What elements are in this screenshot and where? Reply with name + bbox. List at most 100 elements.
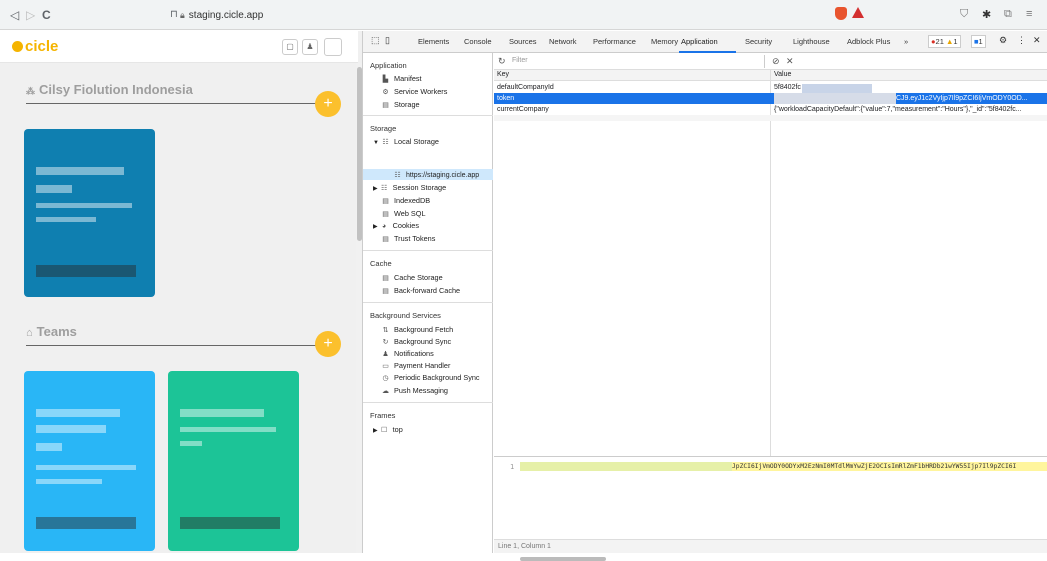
table-row-empty — [494, 115, 1047, 121]
sidebar-item-cookies[interactable]: ▶ ◕ Cookies — [373, 221, 419, 230]
sidebar-item-indexeddb[interactable]: ▤ IndexedDB — [381, 196, 430, 205]
row-value: {"workloadCapacityDefault":{"value":7,"m… — [774, 106, 1022, 113]
chevron-right-icon: ▶ — [373, 186, 378, 192]
lock-icon: 🔒︎ — [180, 10, 185, 20]
preview-text[interactable]: JpZCI6IjVmODY0ODYxM2EzNmI0MTdlMmYwZjE2OC… — [732, 462, 1047, 471]
device-toolbar-icon[interactable]: ▯ — [385, 35, 390, 46]
bookmark-icon[interactable]: ⊓ — [170, 7, 178, 23]
devtools-panel: ⬚ ▯ Elements Console Sources Network Per… — [362, 31, 1047, 561]
tab-lighthouse[interactable]: Lighthouse — [793, 37, 830, 46]
sidebar-item-session-storage[interactable]: ▶ ☷ Session Storage — [373, 183, 446, 192]
project-card[interactable] — [24, 129, 155, 297]
tab-adblock-plus[interactable]: Adblock Plus — [847, 37, 890, 46]
vpn-icon[interactable]: ⛉ — [960, 8, 968, 21]
messages-counter[interactable]: ■1 — [971, 35, 986, 48]
database-icon: ▤ — [382, 288, 389, 295]
sidebar-item-background-fetch[interactable]: ⇅ Background Fetch — [381, 325, 454, 334]
database-icon: ▤ — [382, 211, 389, 218]
back-icon[interactable]: ◁ — [10, 7, 19, 23]
sidebar-item-top-frame[interactable]: ▶ ☐ top — [373, 425, 403, 434]
close-icon[interactable]: ✕ — [1033, 35, 1041, 46]
grid-icon: ☷ — [394, 172, 401, 179]
tab-security[interactable]: Security — [745, 37, 772, 46]
clock-icon: ◷ — [382, 375, 389, 382]
file-icon: ▙ — [382, 76, 389, 83]
divider — [26, 345, 326, 346]
sidebar-item-notifications[interactable]: ♟ Notifications — [381, 349, 433, 358]
more-options-icon[interactable]: ⋮ — [1017, 35, 1026, 46]
sidebar-item-manifest[interactable]: ▙ Manifest — [381, 74, 422, 83]
cicle-logo[interactable]: cicle — [12, 38, 58, 55]
sidebar-item-push-messaging[interactable]: ☁ Push Messaging — [381, 386, 448, 395]
window-icon[interactable]: ⧉ — [1004, 8, 1012, 21]
column-value[interactable]: Value — [774, 71, 791, 78]
sidebar-item-cache-storage[interactable]: ▤ Cache Storage — [381, 273, 443, 282]
url-text: staging.cicle.app — [188, 10, 264, 21]
horizontal-scrollbar[interactable] — [520, 557, 606, 561]
grid-icon: ☷ — [380, 185, 388, 192]
inspect-icon[interactable]: ⬚ — [371, 35, 380, 46]
redacted-block — [802, 84, 872, 93]
sidebar-item-web-sql[interactable]: ▤ Web SQL — [381, 209, 425, 218]
issues-counter[interactable]: ●21 ▲1 — [928, 35, 961, 48]
chevron-right-icon: ▶ — [373, 428, 378, 434]
application-header: Application — [370, 61, 407, 70]
sidebar-item-local-storage-origin[interactable]: ☷ https://staging.cicle.app — [393, 171, 479, 179]
frame-icon: ☐ — [380, 427, 388, 434]
tab-console[interactable]: Console — [464, 37, 492, 46]
brave-rewards-icon[interactable] — [852, 7, 864, 18]
bell-icon: ♟ — [382, 351, 389, 358]
sidebar-item-storage[interactable]: ▤ Storage — [381, 100, 419, 109]
address-bar[interactable]: 🔒︎ staging.cicle.app — [180, 6, 300, 24]
add-company-button[interactable]: + — [315, 91, 341, 117]
browser-toolbar: ◁ ▷ C ⊓ 🔒︎ staging.cicle.app ⛉ ✱ ⧉ ≡ — [0, 0, 1047, 30]
database-icon: ▤ — [382, 198, 389, 205]
settings-icon[interactable]: ⚙ — [999, 35, 1007, 46]
storage-toolbar: ↻ Filter ⊘ ✕ — [494, 53, 1047, 70]
extensions-icon[interactable]: ✱ — [982, 8, 991, 21]
sidebar-item-background-sync[interactable]: ↻ Background Sync — [381, 337, 452, 346]
database-icon: ▤ — [382, 236, 389, 243]
sync-icon: ↻ — [382, 339, 389, 346]
app-header: cicle ▢ ♟ — [0, 31, 358, 63]
add-team-button[interactable]: + — [315, 331, 341, 357]
sidebar-item-back-forward-cache[interactable]: ▤ Back-forward Cache — [381, 286, 460, 295]
sidebar-item-local-storage[interactable]: ▼ ☷ Local Storage — [373, 137, 439, 146]
notification-button[interactable]: ♟ — [302, 39, 318, 55]
application-sidebar: Application ▙ Manifest ⚙ Service Workers ▤… — [363, 53, 493, 553]
table-row[interactable]: defaultCompanyId 5f8402fc — [494, 82, 1047, 93]
brave-shield-icon[interactable] — [835, 7, 847, 20]
table-row-selected[interactable]: token CJ9.eyJ1c2VyIjp7Il9pZCI6IjVmODY0OD… — [494, 93, 1047, 104]
delete-selected-icon[interactable]: ✕ — [786, 56, 794, 67]
tab-memory[interactable]: Memory — [651, 37, 678, 46]
tab-performance[interactable]: Performance — [593, 37, 636, 46]
gear-icon: ⚙ — [382, 89, 389, 96]
tab-sources[interactable]: Sources — [509, 37, 537, 46]
more-tabs-icon[interactable]: » — [904, 37, 908, 46]
tab-network[interactable]: Network — [549, 37, 577, 46]
sidebar-item-payment-handler[interactable]: ▭ Payment Handler — [381, 361, 450, 370]
row-value: CJ9.eyJ1c2VyIjp7Il9pZCI6IjVmODY0OD... — [896, 95, 1028, 102]
sidebar-item-service-workers[interactable]: ⚙ Service Workers — [381, 87, 447, 96]
avatar[interactable] — [324, 38, 342, 56]
row-key: token — [497, 95, 515, 102]
clear-all-icon[interactable]: ⊘ — [772, 56, 780, 67]
tab-elements[interactable]: Elements — [418, 37, 449, 46]
cache-header: Cache — [370, 259, 392, 268]
team-card[interactable] — [168, 371, 299, 551]
filter-input[interactable]: Filter — [512, 57, 757, 68]
forward-icon[interactable]: ▷ — [26, 7, 35, 23]
team-card[interactable] — [24, 371, 155, 551]
refresh-icon[interactable]: ↻ — [498, 56, 506, 67]
sidebar-item-periodic-background-sync[interactable]: ◷ Periodic Background Sync — [381, 373, 479, 382]
storage-table-panel: ↻ Filter ⊘ ✕ Key Value defaultCompanyId … — [494, 53, 1047, 561]
redacted-block — [520, 462, 732, 471]
table-row[interactable]: currentCompany {"workloadCapacityDefault… — [494, 104, 1047, 115]
column-divider[interactable] — [770, 70, 771, 456]
tab-application[interactable]: Application — [681, 37, 718, 46]
menu-icon[interactable]: ≡ — [1026, 8, 1032, 20]
column-key[interactable]: Key — [497, 71, 509, 78]
chat-button[interactable]: ▢ — [282, 39, 298, 55]
reload-icon[interactable]: C — [42, 7, 51, 23]
sidebar-item-trust-tokens[interactable]: ▤ Trust Tokens — [381, 234, 435, 243]
